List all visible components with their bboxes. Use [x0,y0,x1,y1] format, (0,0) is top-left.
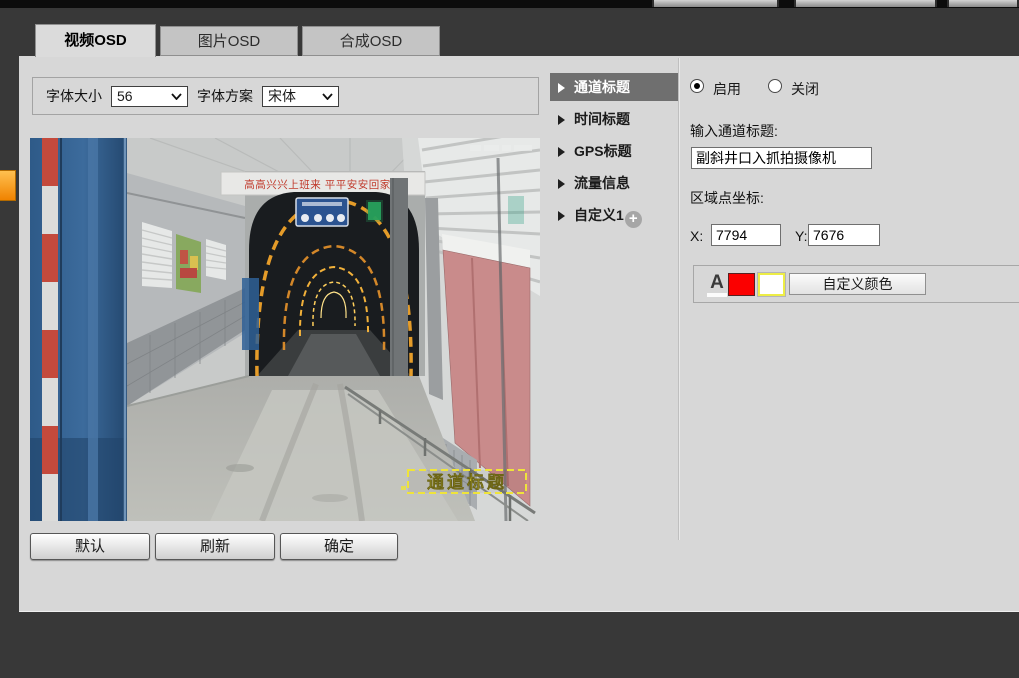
sidebar-item-custom-1[interactable]: 自定义1+ [550,201,678,229]
channel-title-osd-text: 通道标题 [427,472,507,492]
chevron-down-icon [171,93,182,100]
x-label: X: [690,228,703,244]
color-swatch-red[interactable] [728,273,755,296]
font-size-label: 字体大小 [46,86,102,106]
arrow-right-icon [558,211,565,221]
disable-radio[interactable] [768,79,782,93]
confirm-button[interactable]: 确定 [280,533,398,560]
font-color-icon[interactable]: A [707,272,727,297]
font-scheme-select[interactable]: 宋体 [262,86,339,107]
banner-slogan: 高高兴兴上班来 平平安安回家去 [244,178,401,191]
top-bar-button-sliver[interactable] [947,0,1019,7]
chevron-down-icon [322,93,333,100]
sidebar-item-label: 通道标题 [574,79,630,95]
refresh-button[interactable]: 刷新 [155,533,275,560]
vertical-divider [678,58,679,540]
sidebar-item-gps-title[interactable]: GPS标题 [550,137,678,165]
osd-settings-page: 视频OSD 图片OSD 合成OSD 字体大小 56 字体方案 宋体 [0,0,1019,678]
font-size-value: 56 [117,88,133,104]
exit-sign [368,202,381,220]
sidebar-item-channel-title[interactable]: 通道标题 [550,73,678,101]
sidebar-item-label: 自定义1 [574,207,624,223]
default-button[interactable]: 默认 [30,533,150,560]
enable-radio[interactable] [690,79,704,93]
tunnel-portal: 高高兴兴上班来 平平安安回家去 [221,171,443,400]
font-scheme-value: 宋体 [268,86,296,106]
sidebar-item-label: 流量信息 [574,175,630,191]
top-bar [0,0,1019,8]
font-settings-box: 字体大小 56 字体方案 宋体 [32,77,539,115]
side-panel-handle[interactable] [0,170,16,201]
x-coordinate-input[interactable] [711,224,781,246]
y-label: Y: [795,228,807,244]
font-scheme-label: 字体方案 [197,86,253,106]
custom-color-button[interactable]: 自定义颜色 [789,273,926,295]
sidebar-item-label: GPS标题 [574,143,632,159]
sidebar-item-traffic-info[interactable]: 流量信息 [550,169,678,197]
y-coordinate-input[interactable] [808,224,880,246]
tab-composite-osd[interactable]: 合成OSD [302,26,440,56]
color-swatch-white-selected[interactable] [758,273,785,296]
arrow-right-icon [558,83,565,93]
arrow-right-icon [558,115,565,125]
blue-pillar [30,138,127,521]
hazard-stripe [42,138,58,521]
sidebar-item-time-title[interactable]: 时间标题 [550,105,678,133]
sidebar-item-label: 时间标题 [574,111,630,127]
video-preview: 高高兴兴上班来 平平安安回家去 [30,138,540,521]
color-settings-box: A 自定义颜色 [693,265,1019,303]
channel-title-input-label: 输入通道标题: [690,121,778,141]
tab-picture-osd[interactable]: 图片OSD [160,26,298,56]
add-custom-osd-icon[interactable]: + [625,211,642,228]
arrow-right-icon [558,179,565,189]
disable-radio-label: 关闭 [791,79,819,99]
font-size-select[interactable]: 56 [111,86,188,107]
enable-radio-label: 启用 [713,79,741,99]
tunnel-scene: 高高兴兴上班来 平平安安回家去 [30,138,540,521]
tab-video-osd[interactable]: 视频OSD [35,24,156,57]
channel-title-input[interactable] [691,147,872,169]
channel-title-osd-box[interactable]: 通道标题 [401,470,526,493]
top-bar-button-sliver[interactable] [652,0,779,7]
arrow-right-icon [558,147,565,157]
region-coords-label: 区域点坐标: [690,188,764,208]
top-bar-button-sliver[interactable] [794,0,937,7]
